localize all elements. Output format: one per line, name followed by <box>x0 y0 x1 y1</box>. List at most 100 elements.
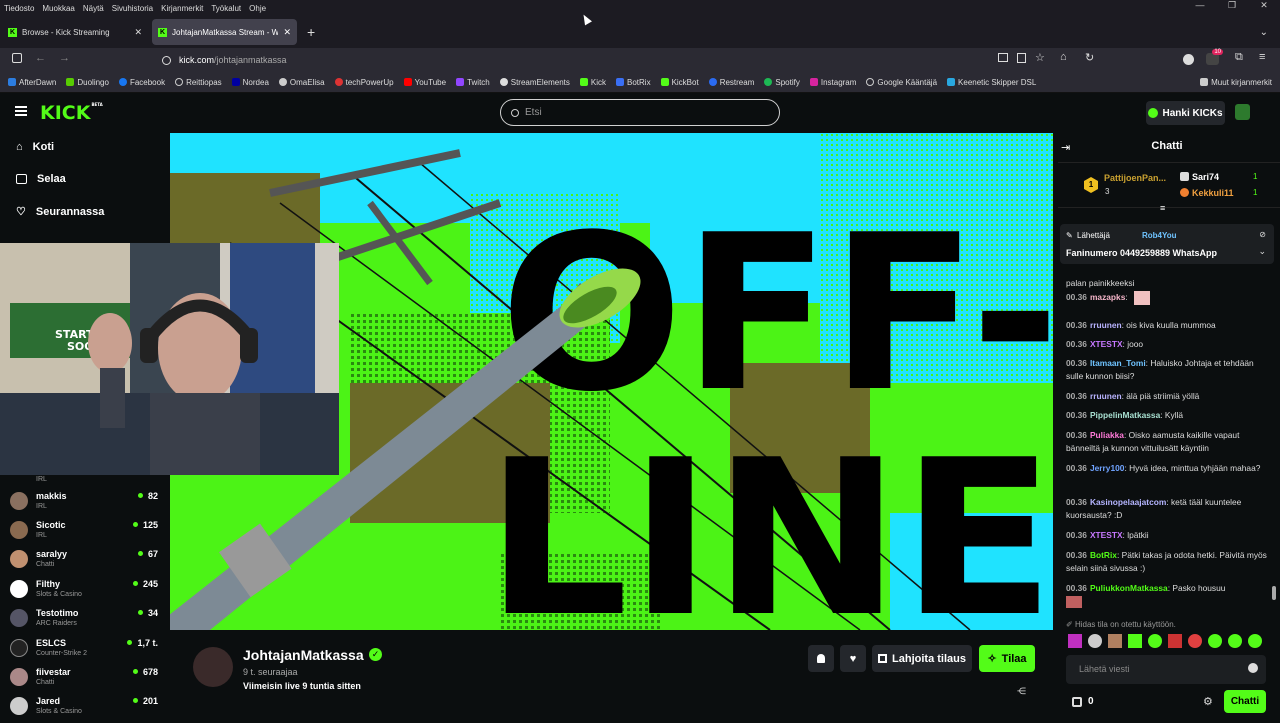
follow-button[interactable]: ♥ <box>840 645 866 672</box>
list-tabs-icon[interactable]: ⌄ <box>1260 27 1268 38</box>
bookmark-botrix[interactable]: BotRix <box>616 78 651 87</box>
emote-icon[interactable] <box>1228 634 1242 648</box>
message-username[interactable]: Jerry100 <box>1090 463 1124 473</box>
picture-in-picture-icon[interactable] <box>998 53 1008 62</box>
menu-edit[interactable]: Muokkaa <box>42 4 74 13</box>
sidebar-channel[interactable]: Filthy Slots & Casino 245 <box>10 578 160 606</box>
message-username[interactable]: rruunen <box>1090 320 1122 330</box>
gifter-name[interactable]: Kekkuli11 <box>1192 188 1234 198</box>
bookmark-techpowerup[interactable]: techPowerUp <box>334 78 394 87</box>
menu-help[interactable]: Ohje <box>249 4 266 13</box>
reader-view-icon[interactable] <box>1017 53 1026 63</box>
message-username[interactable]: XTESTX <box>1090 530 1123 540</box>
expand-pinned-icon[interactable]: ⌄ <box>1258 246 1266 257</box>
sidebar-channel[interactable]: Testotimo ARC Raiders 34 <box>10 607 160 635</box>
chat-input[interactable]: Lähetä viesti <box>1066 655 1266 684</box>
site-info-icon[interactable] <box>162 55 171 65</box>
close-window-icon[interactable]: ✕ <box>1248 0 1280 11</box>
gifter-name[interactable]: PattijoenPan... <box>1104 173 1166 183</box>
new-tab-icon[interactable]: + <box>307 24 315 40</box>
bookmark-streamelements[interactable]: StreamElements <box>499 78 570 87</box>
emote-icon[interactable] <box>1208 634 1222 648</box>
extensions-icon[interactable]: ⧉ <box>1235 51 1243 64</box>
bookmark-star-icon[interactable]: ☆ <box>1035 51 1045 64</box>
emote-icon[interactable] <box>1108 634 1122 648</box>
extension-badge-icon[interactable]: 10 <box>1206 49 1223 65</box>
sidebar-channel[interactable]: fiivestar Chatti 678 <box>10 666 160 694</box>
unpin-icon[interactable]: ⊘ <box>1259 230 1266 239</box>
emote-icon[interactable] <box>1128 634 1142 648</box>
emoji-icon[interactable] <box>1248 663 1258 673</box>
message-username[interactable]: mazapks <box>1090 292 1125 302</box>
message-username[interactable]: XTESTX <box>1090 339 1123 349</box>
chat-settings-icon[interactable]: ⚙ <box>1203 695 1213 708</box>
menu-tools[interactable]: Työkalut <box>211 4 241 13</box>
menu-history[interactable]: Sivuhistoria <box>112 4 153 13</box>
menu-bookmarks[interactable]: Kirjanmerkit <box>161 4 203 13</box>
user-avatar[interactable] <box>1235 104 1250 120</box>
gifter-name[interactable]: Sari74 <box>1192 172 1219 182</box>
sidebar-channel[interactable]: Jared Slots & Casino 201 <box>10 695 160 723</box>
emote-icon[interactable] <box>1168 634 1182 648</box>
app-menu-icon[interactable]: ≡ <box>1259 51 1265 63</box>
send-chat-button[interactable]: Chatti <box>1224 690 1266 713</box>
message-username[interactable]: BotRix <box>1090 550 1117 560</box>
emote-icon[interactable] <box>1188 634 1202 648</box>
minimize-icon[interactable]: — <box>1184 0 1216 11</box>
sidebar-item-following[interactable]: ♡ Seurannassa <box>16 205 104 219</box>
emote-icon[interactable] <box>1088 634 1102 648</box>
sidebar-channel[interactable]: ESLCS Counter-Strike 2 1,7 t. <box>10 637 160 665</box>
browser-tab-browse[interactable]: K Browse - Kick Streaming ✕ <box>2 19 148 45</box>
reload-icon[interactable]: ↻ <box>1085 51 1094 64</box>
bookmark-afterdawn[interactable]: AfterDawn <box>8 78 56 87</box>
account-icon[interactable] <box>1183 54 1194 65</box>
close-tab-icon[interactable]: ✕ <box>134 27 142 38</box>
chat-scrollbar[interactable] <box>1272 586 1276 600</box>
bookmark-google-translate[interactable]: Google Kääntäjä <box>866 78 937 87</box>
get-kicks-button[interactable]: Hanki KICKs <box>1146 101 1225 125</box>
sidebar-channel[interactable]: saralyy Chatti 67 <box>10 548 160 576</box>
sidebar-item-browse[interactable]: Selaa <box>16 173 66 185</box>
kick-logo[interactable]: KICKBETA <box>40 102 103 124</box>
gift-subscription-button[interactable]: Lahjoita tilaus <box>872 645 972 672</box>
pinned-message[interactable]: ✎ Lähettäjä Rob4You ⊘ Faninumero 0449259… <box>1060 224 1274 264</box>
bookmark-twitch[interactable]: Twitch <box>456 78 490 87</box>
message-username[interactable]: Puliakka <box>1090 430 1124 440</box>
hamburger-menu-icon[interactable] <box>15 106 27 116</box>
bookmark-kickbot[interactable]: KickBot <box>660 78 699 87</box>
sidebar-channel[interactable]: makkis IRL 82 <box>10 490 160 518</box>
pinned-user[interactable]: Rob4You <box>1142 231 1177 240</box>
back-icon[interactable]: ← <box>35 52 46 64</box>
bookmark-omaelisa[interactable]: OmaElisa <box>278 78 325 87</box>
bookmark-duolingo[interactable]: Duolingo <box>66 78 109 87</box>
notification-bell-button[interactable] <box>808 645 834 672</box>
bookmark-nordea[interactable]: Nordea <box>231 78 269 87</box>
bookmark-keenetic[interactable]: Keenetic Skipper DSL <box>947 78 1036 87</box>
message-username[interactable]: Kasinopelaajatcom <box>1090 497 1166 507</box>
bookmark-youtube[interactable]: YouTube <box>403 78 446 87</box>
restore-icon[interactable]: ❐ <box>1216 0 1248 11</box>
bookmark-instagram[interactable]: Instagram <box>809 78 856 87</box>
message-username[interactable]: rruunen <box>1090 391 1122 401</box>
emote-icon[interactable] <box>1148 634 1162 648</box>
message-username[interactable]: Itamaan_Tomi <box>1090 358 1146 368</box>
sidebar-item-home[interactable]: ⌂ Koti <box>16 141 54 153</box>
message-username[interactable]: PippelinMatkassa <box>1090 410 1160 420</box>
subscribe-button[interactable]: ✧ Tilaa <box>979 645 1035 672</box>
emote-icon[interactable] <box>1248 634 1262 648</box>
menu-file[interactable]: Tiedosto <box>4 4 34 13</box>
channel-name[interactable]: JohtajanMatkassa <box>243 647 364 663</box>
bookmark-spotify[interactable]: Spotify <box>764 78 800 87</box>
channel-avatar[interactable] <box>193 647 233 687</box>
other-bookmarks[interactable]: Muut kirjanmerkit <box>1200 78 1272 87</box>
channel-points-icon[interactable] <box>1072 697 1082 707</box>
sidebar-channel[interactable]: Sicotic IRL 125 <box>10 519 160 547</box>
home-button-icon[interactable]: ⌂ <box>1060 51 1067 63</box>
menu-view[interactable]: Näytä <box>83 4 104 13</box>
message-username[interactable]: PuliukkonMatkassa <box>1090 583 1168 593</box>
bookmark-reittiopas[interactable]: Reittiopas <box>175 78 222 87</box>
bookmark-restream[interactable]: Restream <box>708 78 754 87</box>
forward-icon[interactable]: → <box>59 52 70 64</box>
share-icon[interactable]: ⋲ <box>1017 686 1026 697</box>
browser-tab-stream[interactable]: K JohtajanMatkassa Stream - Wat ✕ <box>152 19 297 45</box>
